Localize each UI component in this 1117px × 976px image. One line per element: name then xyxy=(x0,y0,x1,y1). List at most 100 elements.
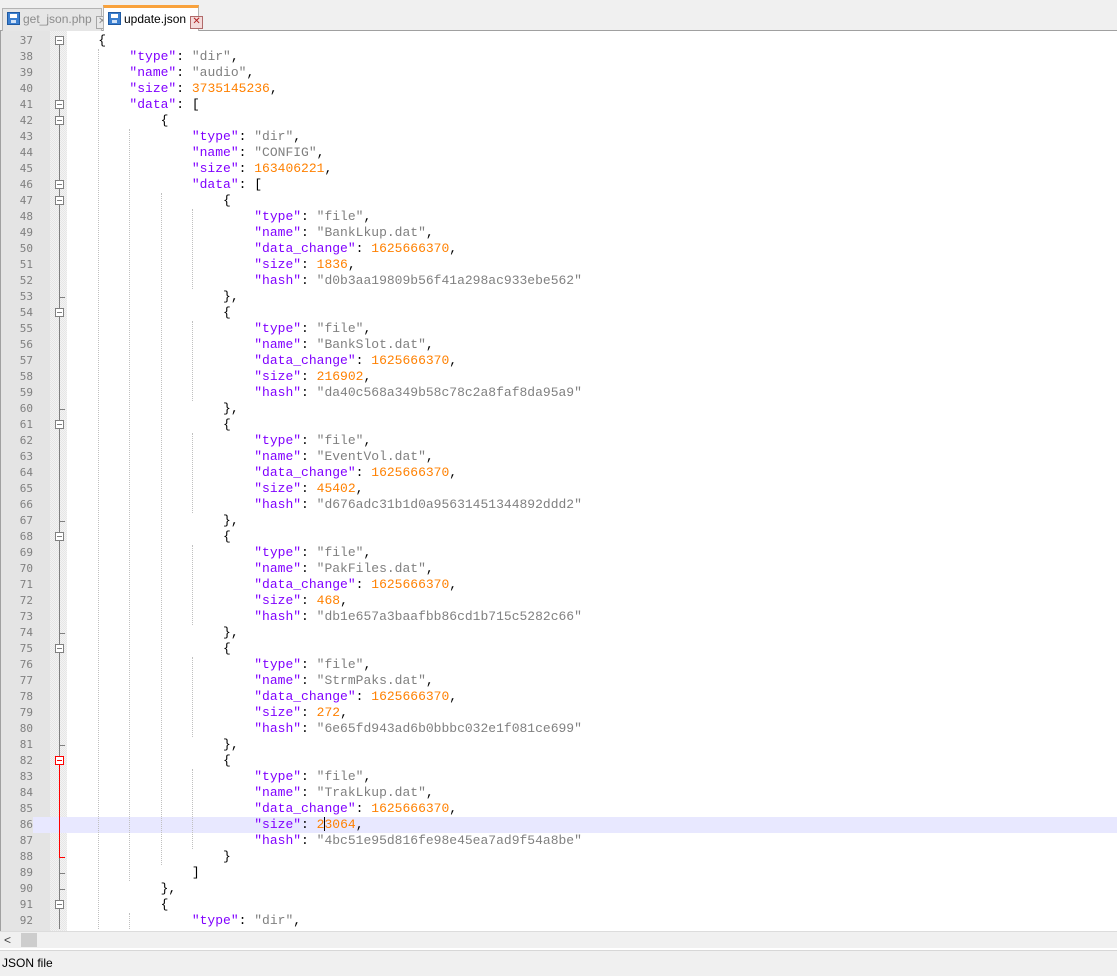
code-text[interactable]: ] xyxy=(67,865,200,881)
code-line[interactable]: 48 "type": "file", xyxy=(1,209,1117,225)
fold-toggle-icon[interactable] xyxy=(55,116,64,125)
code-text[interactable]: "name": "audio", xyxy=(67,65,254,81)
fold-toggle-icon[interactable] xyxy=(55,308,64,317)
code-line[interactable]: 83 "type": "file", xyxy=(1,769,1117,785)
code-text[interactable]: "name": "BankSlot.dat", xyxy=(67,337,433,353)
code-line[interactable]: 59 "hash": "da40c568a349b58c78c2a8faf8da… xyxy=(1,385,1117,401)
code-text[interactable]: "size": 468, xyxy=(67,593,348,609)
code-text[interactable]: "type": "dir", xyxy=(67,49,238,65)
code-line[interactable]: 47 { xyxy=(1,193,1117,209)
code-text[interactable]: "data_change": 1625666370, xyxy=(67,577,457,593)
code-text[interactable]: "hash": "6e65fd943ad6b0bbbc032e1f081ce69… xyxy=(67,721,582,737)
code-text[interactable]: "data": [ xyxy=(67,177,262,193)
code-line[interactable]: 51 "size": 1836, xyxy=(1,257,1117,273)
code-text[interactable]: "name": "PakFiles.dat", xyxy=(67,561,433,577)
code-line[interactable]: 74 }, xyxy=(1,625,1117,641)
code-text[interactable]: "type": "file", xyxy=(67,433,371,449)
code-text[interactable]: }, xyxy=(67,513,239,529)
code-line[interactable]: 85 "data_change": 1625666370, xyxy=(1,801,1117,817)
code-line[interactable]: 73 "hash": "db1e657a3baafbb86cd1b715c528… xyxy=(1,609,1117,625)
tab-get-json-php[interactable]: get_json.php✕ xyxy=(2,8,109,31)
fold-toggle-icon[interactable] xyxy=(55,644,64,653)
code-text[interactable]: { xyxy=(67,529,231,545)
code-line[interactable]: 69 "type": "file", xyxy=(1,545,1117,561)
code-text[interactable]: "data_change": 1625666370, xyxy=(67,801,457,817)
code-text[interactable]: "type": "file", xyxy=(67,545,371,561)
horizontal-scrollbar[interactable]: < xyxy=(0,931,1117,948)
code-line[interactable]: 89 ] xyxy=(1,865,1117,881)
code-line[interactable]: 66 "hash": "d676adc31b1d0a95631451344892… xyxy=(1,497,1117,513)
code-text[interactable]: "size": 1836, xyxy=(67,257,355,273)
code-line[interactable]: 49 "name": "BankLkup.dat", xyxy=(1,225,1117,241)
code-line[interactable]: 52 "hash": "d0b3aa19809b56f41a298ac933eb… xyxy=(1,273,1117,289)
code-text[interactable]: }, xyxy=(67,289,239,305)
code-text[interactable]: "size": 272, xyxy=(67,705,348,721)
code-text[interactable]: }, xyxy=(67,401,239,417)
code-text[interactable]: "data_change": 1625666370, xyxy=(67,353,457,369)
code-line[interactable]: 63 "name": "EventVol.dat", xyxy=(1,449,1117,465)
code-line[interactable]: 92 "type": "dir", xyxy=(1,913,1117,929)
code-line[interactable]: 91 { xyxy=(1,897,1117,913)
code-text[interactable]: { xyxy=(67,897,169,913)
code-text[interactable]: "hash": "d676adc31b1d0a95631451344892ddd… xyxy=(67,497,582,513)
fold-toggle-icon[interactable] xyxy=(55,420,64,429)
code-text[interactable]: { xyxy=(67,305,231,321)
code-line[interactable]: 37 { xyxy=(1,33,1117,49)
code-line[interactable]: 46 "data": [ xyxy=(1,177,1117,193)
code-text[interactable]: "type": "file", xyxy=(67,209,371,225)
code-line[interactable]: 71 "data_change": 1625666370, xyxy=(1,577,1117,593)
code-line[interactable]: 62 "type": "file", xyxy=(1,433,1117,449)
fold-toggle-icon[interactable] xyxy=(55,756,64,765)
code-line[interactable]: 39 "name": "audio", xyxy=(1,65,1117,81)
code-text[interactable]: "data": [ xyxy=(67,97,199,113)
code-text[interactable]: } xyxy=(67,849,231,865)
code-line[interactable]: 45 "size": 163406221, xyxy=(1,161,1117,177)
code-line[interactable]: 84 "name": "TrakLkup.dat", xyxy=(1,785,1117,801)
code-text[interactable]: "hash": "d0b3aa19809b56f41a298ac933ebe56… xyxy=(67,273,582,289)
code-line[interactable]: 56 "name": "BankSlot.dat", xyxy=(1,337,1117,353)
code-line[interactable]: 79 "size": 272, xyxy=(1,705,1117,721)
code-line[interactable]: 76 "type": "file", xyxy=(1,657,1117,673)
code-text[interactable]: }, xyxy=(67,881,177,897)
code-line[interactable]: 53 }, xyxy=(1,289,1117,305)
code-text[interactable]: "type": "dir", xyxy=(67,913,301,929)
tab-update-json[interactable]: update.json ✕ xyxy=(103,5,204,31)
code-text[interactable]: "name": "StrmPaks.dat", xyxy=(67,673,433,689)
code-line[interactable]: 72 "size": 468, xyxy=(1,593,1117,609)
code-line[interactable]: 81 }, xyxy=(1,737,1117,753)
code-line[interactable]: 68 { xyxy=(1,529,1117,545)
code-text[interactable]: "type": "file", xyxy=(67,769,371,785)
code-line[interactable]: 61 { xyxy=(1,417,1117,433)
code-text[interactable]: "size": 45402, xyxy=(67,481,363,497)
code-text[interactable]: "name": "EventVol.dat", xyxy=(67,449,433,465)
code-editor[interactable]: 37 {38 "type": "dir", 39 "name": "audio",… xyxy=(0,31,1117,931)
code-line[interactable]: 80 "hash": "6e65fd943ad6b0bbbc032e1f081c… xyxy=(1,721,1117,737)
code-text[interactable]: { xyxy=(67,753,231,769)
code-text[interactable]: "size": 216902, xyxy=(67,369,371,385)
fold-toggle-icon[interactable] xyxy=(55,900,64,909)
code-line[interactable]: 86 "size": 23064, xyxy=(1,817,1117,833)
fold-toggle-icon[interactable] xyxy=(55,100,64,109)
fold-toggle-icon[interactable] xyxy=(55,196,64,205)
code-text[interactable]: { xyxy=(67,113,169,129)
code-text[interactable]: "name": "TrakLkup.dat", xyxy=(67,785,433,801)
code-text[interactable]: "name": "BankLkup.dat", xyxy=(67,225,433,241)
code-line[interactable]: 70 "name": "PakFiles.dat", xyxy=(1,561,1117,577)
code-line[interactable]: 58 "size": 216902, xyxy=(1,369,1117,385)
code-line[interactable]: 42 { xyxy=(1,113,1117,129)
close-icon[interactable]: ✕ xyxy=(190,16,204,29)
code-text[interactable]: }, xyxy=(67,737,239,753)
code-line[interactable]: 41 "data": [ xyxy=(1,97,1117,113)
code-line[interactable]: 38 "type": "dir", xyxy=(1,49,1117,65)
code-line[interactable]: 43 "type": "dir", xyxy=(1,129,1117,145)
code-line[interactable]: 65 "size": 45402, xyxy=(1,481,1117,497)
fold-toggle-icon[interactable] xyxy=(55,180,64,189)
code-text[interactable]: "hash": "db1e657a3baafbb86cd1b715c5282c6… xyxy=(67,609,582,625)
code-text[interactable]: "data_change": 1625666370, xyxy=(67,465,457,481)
code-line[interactable]: 44 "name": "CONFIG", xyxy=(1,145,1117,161)
code-text[interactable]: "hash": "da40c568a349b58c78c2a8faf8da95a… xyxy=(67,385,582,401)
code-line[interactable]: 67 }, xyxy=(1,513,1117,529)
code-text[interactable]: "type": "dir", xyxy=(67,129,301,145)
scrollbar-thumb[interactable] xyxy=(21,933,37,947)
code-text[interactable]: { xyxy=(67,417,231,433)
